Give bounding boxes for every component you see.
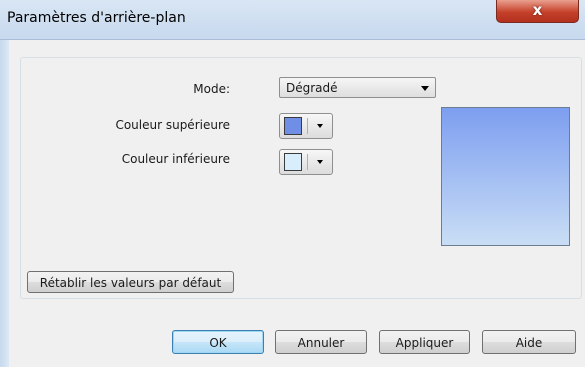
mode-label: Mode:: [193, 82, 230, 96]
divider: [307, 118, 308, 134]
cancel-button[interactable]: Annuler: [275, 330, 367, 354]
gradient-preview: [441, 107, 570, 246]
lower-color-label: Couleur inférieure: [121, 152, 230, 166]
window-frame-left: [0, 40, 9, 367]
chevron-down-icon: [317, 124, 323, 128]
close-icon: x: [532, 1, 543, 19]
help-button[interactable]: Aide: [482, 330, 576, 354]
upper-color-swatch: [284, 117, 302, 135]
lower-color-swatch: [284, 153, 302, 171]
upper-color-label: Couleur supérieure: [115, 118, 230, 132]
reset-defaults-button[interactable]: Rétablir les valeurs par défaut: [27, 271, 234, 293]
divider: [307, 154, 308, 170]
chevron-down-icon: [317, 160, 323, 164]
mode-value: Dégradé: [286, 81, 338, 95]
lower-color-button[interactable]: [279, 149, 333, 175]
title-bar: Paramètres d'arrière-plan x: [0, 0, 585, 40]
ok-button[interactable]: OK: [172, 330, 264, 354]
mode-dropdown[interactable]: Dégradé: [279, 77, 436, 98]
window-title: Paramètres d'arrière-plan: [7, 10, 186, 26]
close-button[interactable]: x: [496, 0, 579, 23]
upper-color-button[interactable]: [279, 113, 333, 139]
apply-button[interactable]: Appliquer: [379, 330, 470, 354]
chevron-down-icon: [421, 86, 429, 91]
